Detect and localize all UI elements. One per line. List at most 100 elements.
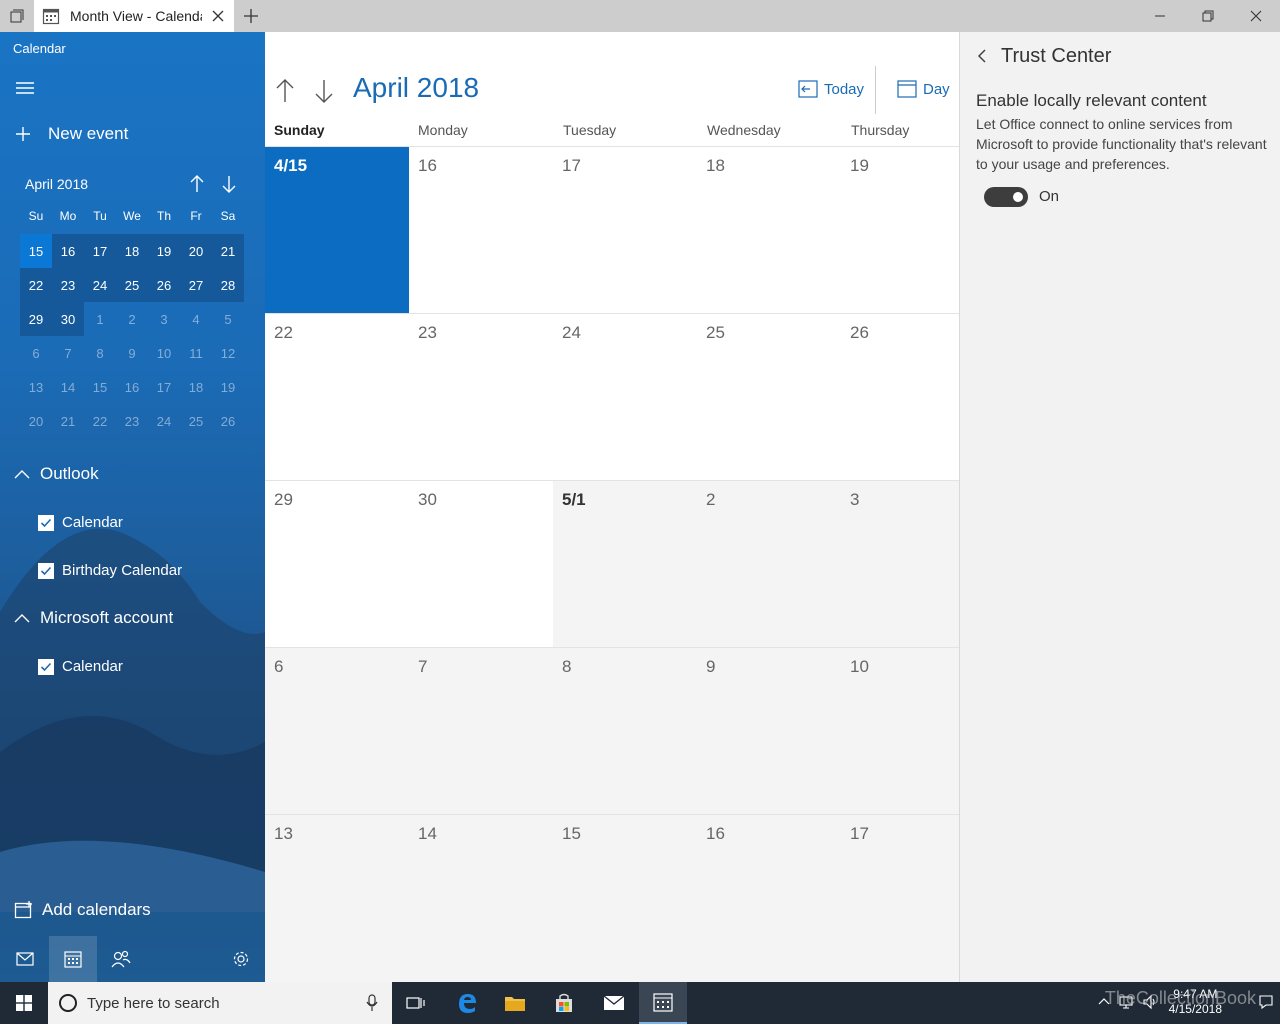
file-explorer-button[interactable] [491,982,539,1024]
day-cell-next-month[interactable]: 6 [265,648,409,815]
task-view-button[interactable] [392,982,440,1024]
mini-day[interactable]: 23 [116,404,148,438]
day-cell-next-month[interactable]: 17 [841,815,959,982]
day-view-button[interactable]: Day [897,80,950,98]
mini-day[interactable]: 26 [212,404,244,438]
calendar-button[interactable] [49,936,97,982]
mini-day[interactable]: 20 [180,234,212,268]
edge-button[interactable] [443,982,491,1024]
back-arrow-icon[interactable] [976,48,988,64]
mini-day[interactable]: 24 [84,268,116,302]
day-cell-next-month[interactable]: 9 [697,648,841,815]
calendar-app-button[interactable] [639,982,687,1024]
checkbox[interactable] [38,658,54,675]
mini-day[interactable]: 17 [148,370,180,404]
mini-day[interactable]: 25 [180,404,212,438]
start-button[interactable] [0,982,48,1024]
day-cell[interactable]: 16 [409,147,553,314]
arrow-up-icon[interactable] [188,174,206,194]
previous-month-icon[interactable] [275,78,295,104]
day-cell[interactable]: 30 [409,481,553,648]
mini-day[interactable]: 14 [52,370,84,404]
mini-day[interactable]: 21 [52,404,84,438]
day-cell[interactable]: 29 [265,481,409,648]
mini-day[interactable]: 26 [148,268,180,302]
mini-day[interactable]: 5 [212,302,244,336]
mini-day[interactable]: 9 [116,336,148,370]
day-cell[interactable]: 24 [553,314,697,481]
settings-button[interactable] [217,936,265,982]
mini-day[interactable]: 2 [116,302,148,336]
mini-day[interactable]: 12 [212,336,244,370]
mini-day[interactable]: 30 [52,302,84,336]
day-cell[interactable]: 23 [409,314,553,481]
mini-day[interactable]: 17 [84,234,116,268]
day-cell[interactable]: 17 [553,147,697,314]
checkbox[interactable] [38,562,54,579]
mini-day[interactable]: 1 [84,302,116,336]
mini-day[interactable]: 24 [148,404,180,438]
mini-day[interactable]: 21 [212,234,244,268]
hamburger-menu-icon[interactable] [14,80,36,96]
mini-day[interactable]: 22 [84,404,116,438]
day-cell[interactable]: 22 [265,314,409,481]
day-cell-next-month[interactable]: 2 [697,481,841,648]
taskbar-search[interactable]: Type here to search [48,982,392,1024]
day-cell[interactable]: 25 [697,314,841,481]
month-title[interactable]: April 2018 [353,72,479,104]
mini-day[interactable]: 29 [20,302,52,336]
store-button[interactable] [540,982,588,1024]
day-cell-next-month[interactable]: 14 [409,815,553,982]
mini-day[interactable]: 19 [212,370,244,404]
day-cell-next-month[interactable]: 15 [553,815,697,982]
microphone-icon[interactable] [366,994,378,1012]
calendar-toggle-outlook-calendar[interactable]: Calendar [38,514,123,531]
locally-relevant-content-toggle[interactable] [984,187,1028,207]
mini-day[interactable]: 25 [116,268,148,302]
day-cell[interactable]: 18 [697,147,841,314]
day-cell-today[interactable]: 4/15 [265,147,409,314]
mini-day[interactable]: 15 [84,370,116,404]
mini-day[interactable]: 23 [52,268,84,302]
next-month-icon[interactable] [314,78,334,104]
day-cell-next-month[interactable]: 3 [841,481,959,648]
calendar-toggle-microsoft-calendar[interactable]: Calendar [38,658,123,675]
action-center-icon[interactable] [1258,994,1274,1010]
arrow-down-icon[interactable] [220,174,238,194]
new-event-button[interactable]: New event [14,124,128,144]
today-button[interactable]: Today [798,80,864,98]
calendar-toggle-birthday-calendar[interactable]: Birthday Calendar [38,562,182,579]
group-header-outlook[interactable]: Outlook [14,464,99,484]
mini-day[interactable]: 7 [52,336,84,370]
day-cell[interactable]: 26 [841,314,959,481]
mini-day[interactable]: 18 [180,370,212,404]
mini-day[interactable]: 10 [148,336,180,370]
mini-day[interactable]: 13 [20,370,52,404]
mini-day[interactable]: 18 [116,234,148,268]
mini-day[interactable]: 22 [20,268,52,302]
day-cell-next-month[interactable]: 10 [841,648,959,815]
people-button[interactable] [97,936,145,982]
new-tab-icon[interactable] [240,6,262,26]
checkbox[interactable] [38,514,54,531]
mini-day[interactable]: 16 [116,370,148,404]
mini-day[interactable]: 16 [52,234,84,268]
mini-day[interactable]: 11 [180,336,212,370]
mini-day[interactable]: 28 [212,268,244,302]
mini-day[interactable]: 19 [148,234,180,268]
mail-app-button[interactable] [590,982,638,1024]
mini-day[interactable]: 20 [20,404,52,438]
mini-day-selected[interactable]: 15 [20,234,52,268]
restore-button[interactable] [1184,0,1232,32]
add-calendars-button[interactable]: Add calendars [14,900,151,920]
minimize-button[interactable] [1136,0,1184,32]
mail-button[interactable] [1,936,49,982]
mini-calendar-month[interactable]: April 2018 [25,176,88,192]
mini-day[interactable]: 6 [20,336,52,370]
mini-day[interactable]: 3 [148,302,180,336]
group-header-microsoft-account[interactable]: Microsoft account [14,608,173,628]
tabs-overview-icon[interactable] [0,0,34,32]
active-tab[interactable]: Month View - Calendar [34,0,234,32]
mini-day[interactable]: 27 [180,268,212,302]
day-cell-next-month[interactable]: 8 [553,648,697,815]
